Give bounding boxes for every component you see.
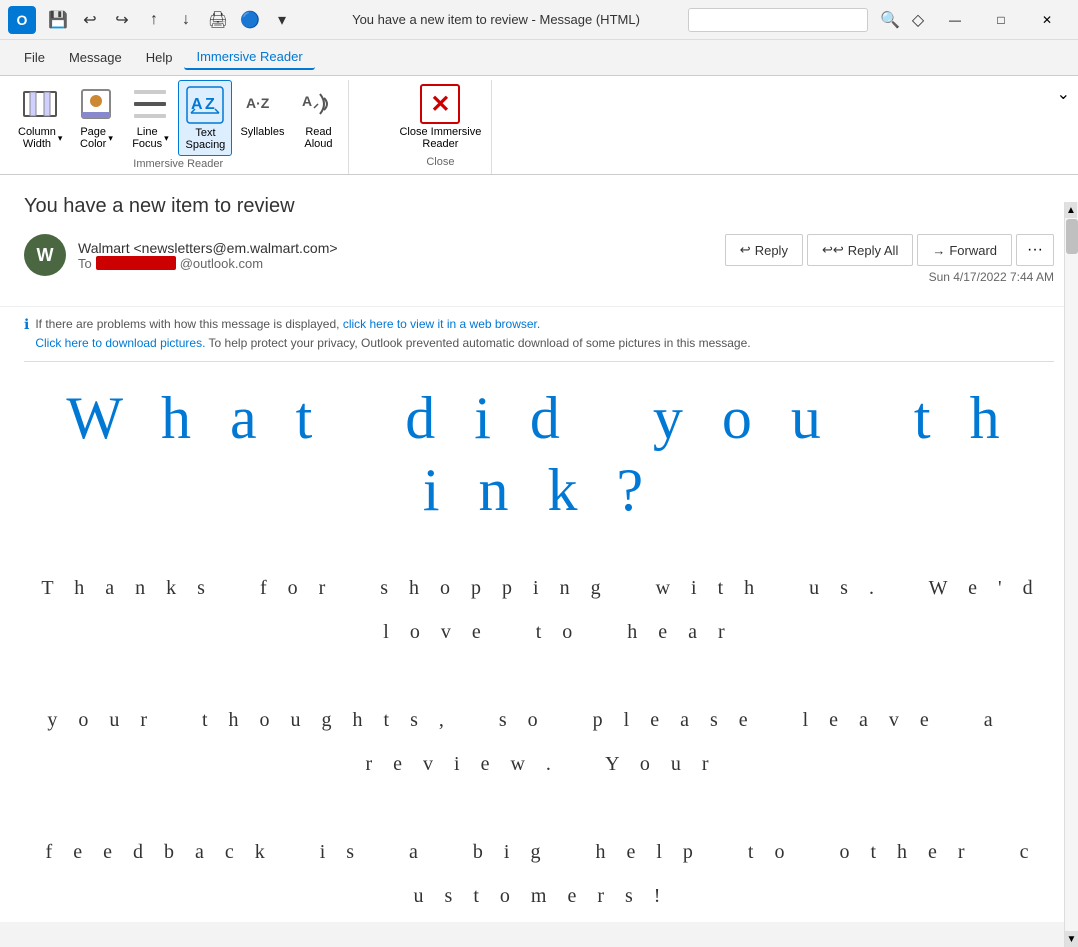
column-width-dropdown: ▾ — [58, 133, 63, 144]
svg-text:A: A — [302, 93, 312, 109]
column-width-label: ColumnWidth ▾ — [18, 126, 62, 150]
line-focus-icon — [130, 84, 170, 124]
page-color-icon — [76, 84, 116, 124]
email-notice: ℹ If there are problems with how this me… — [0, 306, 1078, 361]
read-aloud-label: ReadAloud — [304, 126, 332, 150]
read-aloud-icon: A — [298, 84, 338, 124]
search-input[interactable] — [688, 8, 868, 32]
window-controls: — □ ✕ — [932, 0, 1070, 40]
window-title: You have a new item to review - Message … — [304, 12, 688, 27]
up-button[interactable]: ↑ — [140, 6, 168, 34]
forward-button[interactable]: → Forward — [917, 234, 1012, 266]
redo-button[interactable]: ↪ — [108, 6, 136, 34]
close-group-label: Close — [426, 154, 454, 172]
print-button[interactable]: 🖨 — [204, 6, 232, 34]
close-items: ✕ Close ImmersiveReader — [393, 80, 487, 154]
email-body-para: T h a n k s f o r s h o p p i n g w i t … — [40, 566, 1038, 918]
close-immersive-icon: ✕ — [420, 84, 460, 124]
scroll-up-arrow[interactable]: ▲ — [1065, 202, 1077, 218]
email-timestamp: Sun 4/17/2022 7:44 AM — [929, 270, 1054, 284]
minimize-button[interactable]: — — [932, 0, 978, 40]
read-aloud-button[interactable]: A ReadAloud — [292, 80, 344, 154]
text-spacing-label: TextSpacing — [186, 127, 226, 151]
menu-message[interactable]: Message — [57, 46, 134, 69]
scrollbar-thumb[interactable] — [1066, 219, 1078, 254]
menubar: File Message Help Immersive Reader — [0, 40, 1078, 76]
page-color-button[interactable]: PageColor ▾ — [70, 80, 122, 154]
sender-name: Walmart <newsletters@em.walmart.com> — [78, 240, 338, 256]
search-button[interactable]: 🔍 — [876, 6, 904, 34]
app-logo: O — [8, 6, 36, 34]
notice-line1: If there are problems with how this mess… — [35, 317, 342, 331]
ribbon-content: ColumnWidth ▾ PageColor — [0, 80, 1078, 174]
scroll-down-arrow[interactable]: ▼ — [1065, 931, 1078, 947]
email-subject: You have a new item to review — [24, 195, 1054, 218]
email-sender: W Walmart <newsletters@em.walmart.com> T… — [24, 234, 338, 276]
email-body: W h a t d i d y o u t h i n k ? T h a n … — [0, 362, 1078, 922]
page-color-label: PageColor ▾ — [80, 126, 113, 150]
undo-button[interactable]: ↩ — [76, 6, 104, 34]
syllables-icon: A·Z — [242, 84, 282, 124]
text-spacing-button[interactable]: A Z TextSpacing — [178, 80, 232, 156]
reply-all-icon: ↩↩ — [822, 242, 844, 258]
info-icon: ℹ — [24, 316, 29, 333]
sender-info: Walmart <newsletters@em.walmart.com> To … — [78, 240, 338, 271]
close-immersive-label: Close ImmersiveReader — [399, 126, 481, 150]
ribbon-group-immersive: ColumnWidth ▾ PageColor — [8, 80, 349, 174]
email-header: You have a new item to review W Walmart … — [0, 175, 1078, 306]
syllables-button[interactable]: A·Z Syllables — [234, 80, 290, 150]
reply-label: Reply — [755, 243, 788, 258]
forward-label: Forward — [949, 243, 997, 258]
ribbon-group-close: ✕ Close ImmersiveReader Close — [389, 80, 492, 174]
reply-all-button[interactable]: ↩↩ Reply All — [807, 234, 913, 266]
column-width-icon — [20, 84, 60, 124]
line-focus-label: LineFocus ▾ — [132, 126, 169, 150]
notice-text: If there are problems with how this mess… — [35, 315, 750, 353]
reply-icon: ↩ — [740, 242, 751, 258]
text-spacing-icon: A Z — [185, 85, 225, 125]
save-button[interactable]: 💾 — [44, 6, 72, 34]
menu-immersive-reader[interactable]: Immersive Reader — [184, 45, 314, 70]
email-meta: W Walmart <newsletters@em.walmart.com> T… — [24, 234, 1054, 284]
sender-to: To @outlook.com — [78, 256, 338, 271]
svg-text:A·Z: A·Z — [246, 95, 270, 111]
ribbon-separator — [349, 80, 389, 174]
ribbon-items: ColumnWidth ▾ PageColor — [12, 80, 344, 156]
line-focus-dropdown: ▾ — [164, 133, 169, 144]
titlebar: O 💾 ↩ ↪ ↑ ↓ 🖨 🔵 ▾ You have a new item to… — [0, 0, 1078, 40]
column-width-button[interactable]: ColumnWidth ▾ — [12, 80, 68, 154]
email-body-heading: W h a t d i d y o u t h i n k ? — [40, 382, 1038, 526]
syllables-label: Syllables — [240, 126, 284, 138]
page-color-dropdown: ▾ — [108, 133, 113, 144]
to-label: To — [78, 256, 92, 271]
to-domain: @outlook.com — [180, 256, 263, 271]
sender-avatar: W — [24, 234, 66, 276]
forward-icon: → — [932, 243, 945, 258]
diamond-button[interactable]: ◇ — [904, 6, 932, 34]
notice-link1[interactable]: click here to view it in a web browser. — [343, 317, 540, 331]
menu-help[interactable]: Help — [134, 46, 185, 69]
titlebar-actions: 💾 ↩ ↪ ↑ ↓ 🖨 🔵 ▾ — [44, 6, 296, 34]
reply-button[interactable]: ↩ Reply — [725, 234, 803, 266]
notice-link2[interactable]: Click here to download pictures. — [35, 336, 205, 350]
immersive-reader-group-label: Immersive Reader — [133, 156, 223, 174]
close-immersive-reader-button[interactable]: ✕ Close ImmersiveReader — [393, 80, 487, 154]
redacted-address — [96, 256, 176, 270]
down-button[interactable]: ↓ — [172, 6, 200, 34]
circle-button[interactable]: 🔵 — [236, 6, 264, 34]
line-focus-button[interactable]: LineFocus ▾ — [124, 80, 176, 154]
dropdown-button[interactable]: ▾ — [268, 6, 296, 34]
notice-line2: To help protect your privacy, Outlook pr… — [209, 336, 751, 350]
close-button[interactable]: ✕ — [1024, 0, 1070, 40]
email-actions: ↩ Reply ↩↩ Reply All → Forward ··· — [725, 234, 1054, 266]
ribbon-expand-button[interactable]: ⌄ — [1057, 84, 1070, 104]
more-actions-button[interactable]: ··· — [1016, 234, 1054, 266]
scrollbar-track: ▲ ▼ — [1064, 202, 1078, 947]
maximize-button[interactable]: □ — [978, 0, 1024, 40]
menu-file[interactable]: File — [12, 46, 57, 69]
ribbon: ColumnWidth ▾ PageColor — [0, 76, 1078, 175]
svg-text:Z: Z — [205, 96, 215, 113]
email-container: You have a new item to review W Walmart … — [0, 175, 1078, 922]
reply-all-label: Reply All — [848, 243, 899, 258]
